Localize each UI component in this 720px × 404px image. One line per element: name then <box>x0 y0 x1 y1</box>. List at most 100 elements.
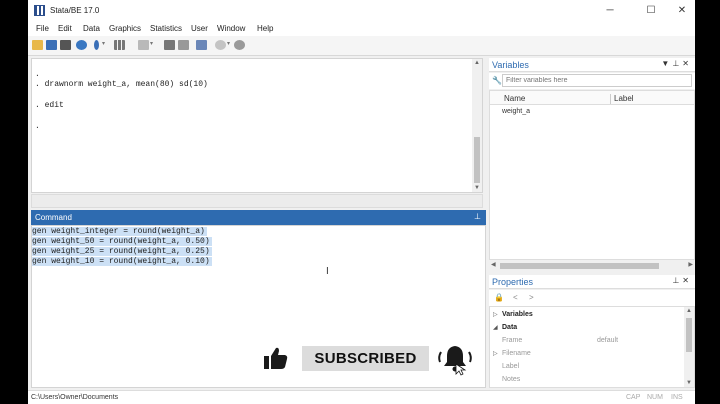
command-line: gen weight_10 = round(weight_a, 0.10) <box>32 257 212 266</box>
results-pane[interactable]: . . drawnorm weight_a, mean(80) sd(10) .… <box>31 58 483 193</box>
variables-filter-input[interactable] <box>502 74 692 87</box>
viewer-dropdown-icon[interactable]: ▾ <box>102 40 107 50</box>
scroll-down-icon[interactable]: ▼ <box>684 380 694 386</box>
previous-arrow-icon[interactable]: < <box>513 293 518 302</box>
properties-header: Properties ⊥✕ <box>489 275 695 289</box>
wrench-icon[interactable]: 🔧 <box>492 76 502 85</box>
variables-table-header: Name Label <box>490 91 694 105</box>
graph-icon[interactable] <box>114 40 125 50</box>
toolbar: ▾ ▾ ▾ <box>28 36 695 56</box>
command-input[interactable]: gen weight_integer = round(weight_a) gen… <box>31 225 486 388</box>
menu-data[interactable]: Data <box>83 24 100 33</box>
close-icon[interactable]: ✕ <box>682 276 692 285</box>
column-name[interactable]: Name <box>504 94 525 103</box>
window-title: Stata/BE 17.0 <box>50 6 100 15</box>
variables-title: Variables <box>492 60 529 70</box>
property-row-notes[interactable]: Notes <box>490 374 686 387</box>
maximize-button[interactable]: ☐ <box>638 3 664 19</box>
variables-manager-icon[interactable] <box>196 40 207 50</box>
notification-bell-icon[interactable] <box>437 344 473 376</box>
save-icon[interactable] <box>46 40 57 50</box>
text-cursor-icon: I <box>326 266 329 277</box>
command-line: gen weight_50 = round(weight_a, 0.50) <box>32 237 212 246</box>
results-scroll-thumb[interactable] <box>474 137 480 183</box>
print-icon[interactable] <box>60 40 71 50</box>
more-dropdown-icon[interactable]: ▾ <box>227 40 232 50</box>
table-row[interactable]: weight_a <box>490 106 694 119</box>
command-line: gen weight_integer = round(weight_a) <box>32 227 207 236</box>
log-icon[interactable] <box>76 40 87 50</box>
menu-user[interactable]: User <box>191 24 208 33</box>
working-directory: C:\Users\Owner\Documents <box>31 394 119 401</box>
pin-icon[interactable]: ⊥ <box>672 59 682 68</box>
filter-icon[interactable]: ▼ <box>661 59 672 68</box>
property-row-filename[interactable]: ▷ Filename <box>490 348 686 361</box>
column-label[interactable]: Label <box>614 94 634 103</box>
menu-statistics[interactable]: Statistics <box>150 24 182 33</box>
minimize-button[interactable]: ─ <box>597 3 623 19</box>
open-icon[interactable] <box>32 40 43 50</box>
pin-icon[interactable]: ⊥ <box>672 276 682 285</box>
stata-app-icon <box>34 5 45 16</box>
variable-name: weight_a <box>502 108 531 115</box>
results-line: . <box>35 70 45 79</box>
title-bar: Stata/BE 17.0 ─ ☐ ✕ <box>28 0 695 22</box>
expand-arrow-icon[interactable]: ▷ <box>493 350 498 357</box>
results-line: . drawnorm weight_a, mean(80) sd(10) <box>35 80 208 89</box>
break-icon[interactable] <box>234 40 245 50</box>
command-header: Command ⊥ <box>31 210 486 225</box>
status-bar: C:\Users\Owner\Documents CAP NUM INS <box>28 390 695 404</box>
insert-indicator: INS <box>671 394 683 401</box>
menu-bar: File Edit Data Graphics Statistics User … <box>28 22 695 36</box>
results-horizontal-bar <box>31 194 483 208</box>
command-line: gen weight_25 = round(weight_a, 0.25) <box>32 247 212 256</box>
variables-header: Variables ▼⊥✕ <box>489 58 695 72</box>
results-line: . <box>35 122 45 131</box>
results-line: . edit <box>35 101 64 110</box>
menu-window[interactable]: Window <box>217 24 245 33</box>
properties-scroll-thumb[interactable] <box>686 318 692 352</box>
scroll-right-icon[interactable]: ▶ <box>688 261 693 268</box>
subscribed-button[interactable]: SUBSCRIBED <box>302 346 429 371</box>
data-editor-edit-icon[interactable] <box>164 40 175 50</box>
properties-section-variables[interactable]: ▷ Variables <box>490 309 686 322</box>
command-title: Command <box>35 213 72 222</box>
close-icon[interactable]: ✕ <box>682 59 692 68</box>
num-lock-indicator: NUM <box>647 394 663 401</box>
properties-title: Properties <box>492 277 534 287</box>
variables-table: Name Label weight_a <box>489 90 695 260</box>
properties-toolbar: 🔒 < > <box>489 290 695 306</box>
more-icon[interactable] <box>215 40 226 50</box>
pin-icon[interactable]: ⊥ <box>474 212 481 221</box>
do-file-dropdown-icon[interactable]: ▾ <box>150 40 155 50</box>
property-row-label[interactable]: Label <box>490 361 686 374</box>
variables-header-icons[interactable]: ▼⊥✕ <box>661 59 692 68</box>
collapse-arrow-icon[interactable]: ◢ <box>493 324 498 331</box>
properties-section-data[interactable]: ◢ Data <box>490 322 686 335</box>
scroll-up-icon[interactable]: ▲ <box>684 308 694 314</box>
scroll-up-icon[interactable]: ▲ <box>472 60 482 66</box>
data-editor-browse-icon[interactable] <box>178 40 189 50</box>
property-row-frame[interactable]: Frame default <box>490 335 686 348</box>
menu-file[interactable]: File <box>36 24 49 33</box>
properties-header-icons[interactable]: ⊥✕ <box>672 276 692 285</box>
expand-arrow-icon[interactable]: ▷ <box>493 311 498 318</box>
results-scrollbar[interactable]: ▲ ▼ <box>472 59 482 192</box>
viewer-icon[interactable] <box>94 40 99 50</box>
scroll-left-icon[interactable]: ◀ <box>491 261 496 268</box>
menu-help[interactable]: Help <box>257 24 273 33</box>
properties-grid: ▷ Variables ◢ Data Frame default ▷ Filen… <box>489 306 695 388</box>
variables-scroll-thumb[interactable] <box>500 263 659 269</box>
properties-scrollbar[interactable]: ▲ ▼ <box>684 307 694 387</box>
variables-horizontal-scrollbar[interactable]: ◀ ▶ <box>489 261 695 271</box>
next-arrow-icon[interactable]: > <box>529 293 534 302</box>
menu-graphics[interactable]: Graphics <box>109 24 141 33</box>
close-window-button[interactable]: ✕ <box>669 3 695 19</box>
scroll-down-icon[interactable]: ▼ <box>472 185 482 191</box>
thumbs-up-icon[interactable] <box>264 347 288 369</box>
stata-window: Stata/BE 17.0 ─ ☐ ✕ File Edit Data Graph… <box>28 0 695 404</box>
lock-icon[interactable]: 🔒 <box>494 293 504 302</box>
variables-filter-bar: 🔧 <box>489 73 695 89</box>
menu-edit[interactable]: Edit <box>58 24 72 33</box>
do-file-editor-icon[interactable] <box>138 40 149 50</box>
